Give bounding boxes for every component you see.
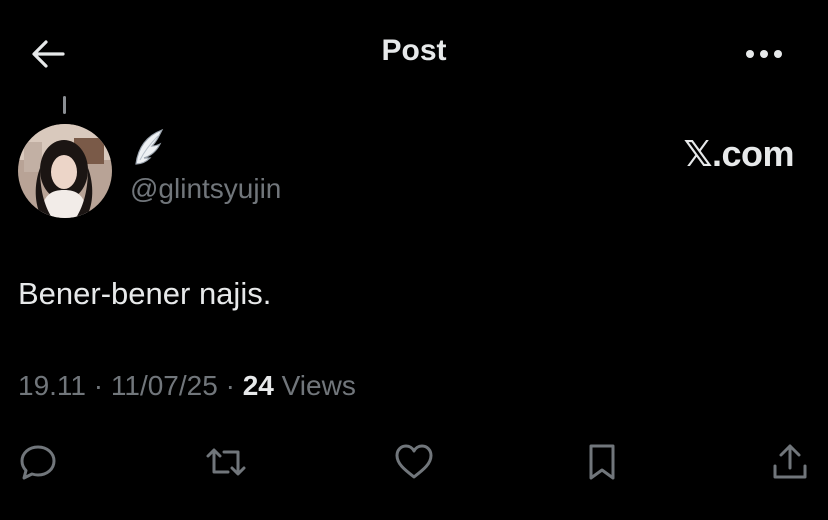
action-bar [0,432,828,488]
more-horizontal-icon [746,50,782,58]
reply-button[interactable] [16,440,60,484]
display-name[interactable] [132,128,172,168]
bookmark-button[interactable] [580,440,624,484]
post-date[interactable]: 11/07/25 [111,370,218,401]
author-handle[interactable]: @glintsyujin [130,173,281,205]
page-title: Post [381,34,447,67]
views-label: Views [281,370,356,401]
wing-emoji-icon [135,128,164,165]
post-time[interactable]: 19.11 [18,370,86,401]
thread-connector-line [63,96,66,114]
repost-button[interactable] [204,440,248,484]
views-count: 24 [242,370,274,401]
reply-bubble-icon [20,445,56,480]
post-header: Post [0,0,828,108]
avatar-photo [18,124,112,218]
bookmark-icon [589,444,615,480]
repost-icon [206,448,246,476]
post-meta: 19.11 · 11/07/25 · 24 Views [18,370,356,402]
avatar[interactable] [18,124,112,218]
share-icon [773,444,807,479]
more-options-button[interactable] [740,40,788,68]
like-button[interactable] [392,440,436,484]
post-text: Bener-bener najis. [18,276,272,311]
brand-watermark: 𝕏.com [683,133,794,174]
heart-icon [395,444,433,479]
share-button[interactable] [768,440,812,484]
meta-separator: · [225,370,235,401]
meta-separator: · [93,370,104,401]
